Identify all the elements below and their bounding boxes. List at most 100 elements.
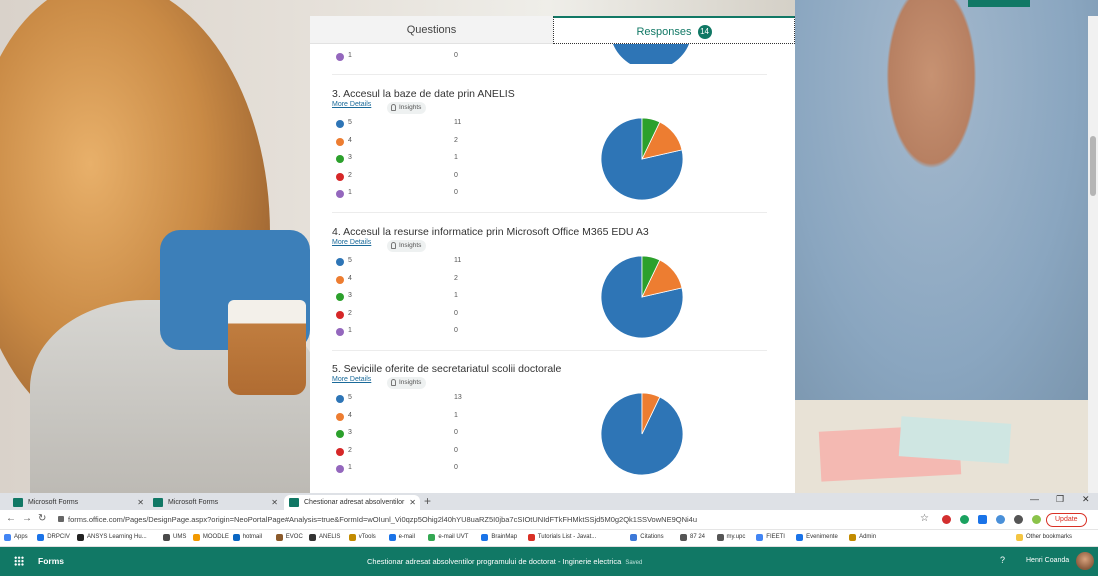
app-launcher-icon[interactable] [14, 556, 24, 566]
update-button[interactable]: Update [1046, 513, 1087, 527]
question-title: 5. Seviciile oferite de secretariatul sc… [332, 363, 562, 375]
pie-chart[interactable] [600, 255, 684, 339]
bookmark-item[interactable]: hotmail [232, 534, 262, 541]
bookmark-favicon-icon [275, 534, 283, 541]
pie-chart[interactable] [600, 392, 684, 476]
extension-icon[interactable] [978, 515, 987, 524]
tab-responses-label: Responses [636, 26, 692, 38]
bookmark-label: Citations [640, 534, 664, 540]
option-dot [336, 190, 344, 198]
option-label: 4 [348, 136, 352, 144]
bookmark-label: EVOC [285, 534, 303, 540]
bookmarks-bar: Other bookmarks Apps DRPCIV ANSYS Learning… [0, 530, 1098, 547]
option-dot [336, 293, 344, 301]
option-dot [336, 53, 344, 61]
restore-icon[interactable]: ❐ [1056, 494, 1064, 505]
bookmark-label: Apps [14, 534, 28, 540]
tab-responses[interactable]: Responses 14 [553, 16, 795, 44]
option-dot [336, 137, 344, 146]
tab-questions[interactable]: Questions [310, 16, 553, 44]
bookmark-favicon-icon [680, 534, 687, 541]
option-label: 1 [348, 189, 352, 196]
bookmark-item[interactable]: FIEETI [756, 534, 785, 541]
insights-button[interactable]: Insights [387, 377, 427, 389]
reload-icon[interactable]: ↻ [38, 513, 46, 524]
bookmark-label: FIEETI [766, 534, 785, 540]
bookmark-item[interactable]: Evenimente [796, 534, 838, 541]
minimize-icon[interactable]: — [1030, 494, 1039, 504]
bookmark-item[interactable]: vTools [348, 534, 376, 541]
browser-tab-active[interactable]: Chestionar adresat absolventilor ✕ [284, 495, 420, 510]
option-count: 0 [454, 52, 458, 59]
bookmark-item[interactable]: MOODLE [192, 534, 229, 541]
bookmark-item[interactable]: EVOC [275, 534, 303, 541]
option-row: 5 13 [332, 392, 767, 410]
close-tab-icon[interactable]: ✕ [271, 495, 278, 510]
bookmark-item[interactable]: Tutorials List - Javat... [527, 534, 596, 541]
bookmark-star-icon[interactable]: ☆ [920, 513, 929, 524]
address-bar[interactable]: forms.office.com/Pages/DesignPage.aspx?o… [68, 515, 697, 524]
option-label: 4 [348, 274, 352, 282]
bookmark-label: Evenimente [806, 534, 838, 540]
back-icon[interactable]: ← [6, 513, 16, 524]
user-name[interactable]: Henri Coanda [1026, 557, 1069, 564]
form-tabs: Questions Responses 14 [310, 16, 795, 44]
bookmark-item[interactable]: BrainMap [481, 534, 517, 541]
bookmark-favicon-icon [527, 534, 535, 541]
option-dot [336, 412, 344, 421]
bookmark-item[interactable]: ANSYS Learning Hu... [77, 534, 147, 541]
bookmark-item[interactable]: my.upc [716, 534, 745, 541]
option-dot [336, 275, 344, 284]
option-row: 10 [332, 325, 767, 343]
bookmark-favicon-icon [163, 534, 170, 541]
scrollbar-thumb[interactable] [1090, 136, 1096, 196]
bookmark-item[interactable]: DRPCIV [37, 534, 70, 541]
extension-icon[interactable] [960, 515, 969, 524]
bookmark-item[interactable]: ANELIS [309, 534, 340, 541]
more-details-link[interactable]: More Details [332, 101, 371, 108]
insights-button[interactable]: Insights [387, 102, 427, 114]
browser-tab[interactable]: Microsoft Forms ✕ [8, 495, 148, 510]
pie-chart[interactable] [600, 117, 684, 201]
insights-button[interactable]: Insights [387, 240, 427, 252]
bookmark-item[interactable]: e-mail [388, 534, 415, 541]
bookmark-item[interactable]: UMS [163, 534, 186, 541]
close-tab-icon[interactable]: ✕ [137, 495, 144, 510]
forward-icon[interactable]: → [22, 513, 32, 524]
other-bookmarks[interactable]: Other bookmarks [1016, 534, 1072, 541]
divider [332, 350, 767, 351]
bookmark-item[interactable]: Admin [849, 534, 876, 541]
forms-app-name[interactable]: Forms [38, 556, 64, 566]
more-details-link[interactable]: More Details [332, 239, 371, 246]
option-count: 2 [454, 274, 458, 282]
bookmark-item[interactable]: Apps [4, 534, 28, 541]
bookmark-item[interactable]: e-mail UVT [428, 534, 468, 541]
extension-icon[interactable] [942, 515, 951, 524]
close-tab-icon[interactable]: ✕ [409, 495, 416, 510]
option-label: 2 [348, 309, 352, 317]
browser-tab[interactable]: Microsoft Forms ✕ [148, 495, 282, 510]
page-scrollbar[interactable] [1088, 16, 1098, 493]
option-dot [336, 155, 344, 163]
folder-icon [1016, 534, 1023, 541]
extensions-puzzle-icon[interactable] [1014, 515, 1023, 524]
option-row: 20 [332, 170, 767, 188]
bookmark-favicon-icon [630, 534, 638, 541]
lock-icon [58, 516, 64, 522]
bookmark-item[interactable]: Citations [630, 534, 664, 541]
share-button[interactable] [968, 0, 1030, 7]
bookmark-item[interactable]: 87 24 [680, 534, 705, 541]
profile-icon[interactable] [1032, 515, 1041, 524]
more-details-link[interactable]: More Details [332, 376, 371, 383]
bookmark-favicon-icon [756, 534, 764, 541]
new-tab-button[interactable]: + [424, 494, 431, 508]
avatar[interactable] [1076, 552, 1094, 570]
question-block: 4. Accesul la resurse informatice prin M… [332, 225, 767, 343]
bookmark-favicon-icon [849, 534, 857, 541]
help-icon[interactable]: ? [1000, 555, 1005, 565]
option-row: 20 [332, 445, 767, 463]
saved-status: Saved [625, 560, 643, 566]
extension-icon[interactable] [996, 515, 1005, 524]
close-window-icon[interactable]: ✕ [1082, 494, 1090, 505]
option-row: 5 11 [332, 117, 767, 135]
